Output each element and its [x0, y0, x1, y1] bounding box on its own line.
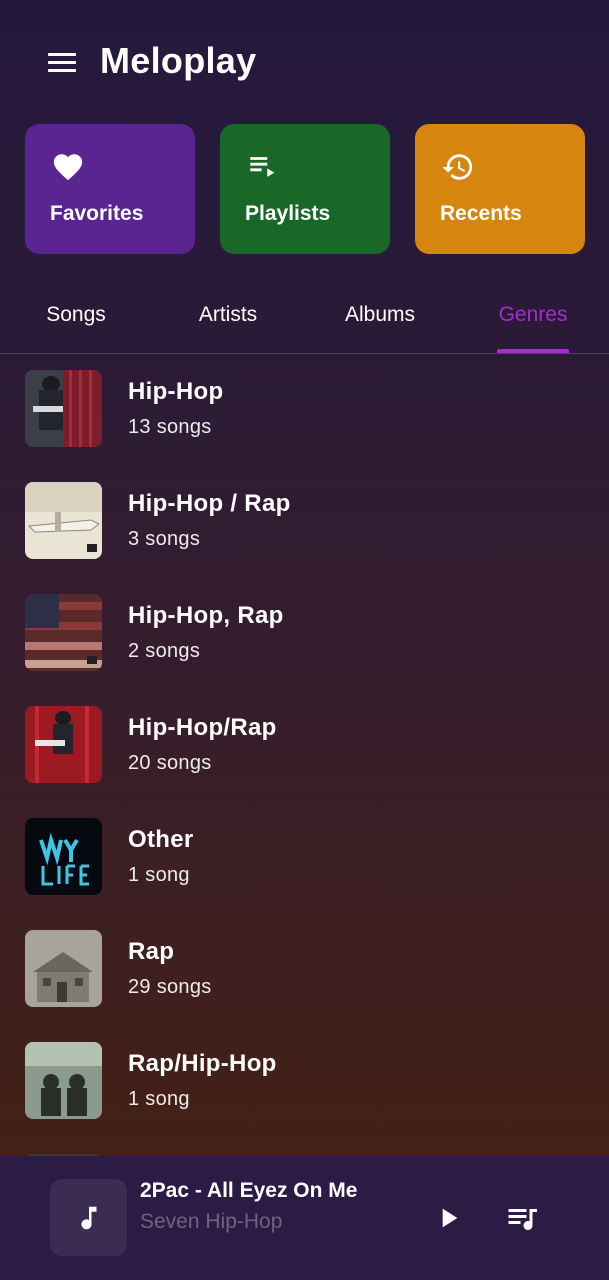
genre-name: Hip-Hop / Rap [128, 490, 291, 517]
now-playing-artist: Seven Hip-Hop [140, 1210, 283, 1233]
genre-name: Other [128, 826, 194, 853]
app-title: Meloplay [100, 40, 257, 81]
recents-label: Recents [440, 202, 522, 225]
genre-name: Hip-Hop [128, 378, 224, 405]
album-art [25, 370, 102, 447]
heart-icon [51, 150, 85, 184]
history-icon [441, 150, 475, 184]
song-count: 2 songs [128, 640, 201, 662]
tab-artists[interactable]: Artists [152, 290, 304, 352]
song-count: 1 song [128, 864, 190, 886]
genre-name: Rap [128, 938, 175, 965]
tab-albums[interactable]: Albums [304, 290, 456, 352]
tab-bar: Songs Artists Albums Genres [0, 290, 609, 354]
play-icon[interactable] [432, 1202, 464, 1234]
song-count: 1 song [128, 1088, 190, 1110]
song-count: 20 songs [128, 752, 212, 774]
favorites-label: Favorites [50, 202, 144, 225]
song-count: 3 songs [128, 528, 201, 550]
quick-cards: Favorites Playlists Recents [25, 124, 585, 254]
album-art [25, 594, 102, 671]
album-art [25, 930, 102, 1007]
tab-indicator [497, 349, 569, 353]
list-item[interactable]: Hip-Hop, Rap 2 songs [0, 580, 609, 692]
list-item[interactable]: Hip-Hop / Rap 3 songs [0, 468, 609, 580]
playlist-play-icon [246, 150, 280, 184]
list-item[interactable]: Rap 29 songs [0, 916, 609, 1028]
favorites-card[interactable]: Favorites [25, 124, 195, 254]
genre-name: Hip-Hop/Rap [128, 714, 277, 741]
album-art [25, 706, 102, 783]
album-art [25, 482, 102, 559]
song-count: 13 songs [128, 416, 212, 438]
now-playing-title: 2Pac - All Eyez On Me [140, 1179, 358, 1202]
recents-card[interactable]: Recents [415, 124, 585, 254]
music-note-icon [50, 1179, 127, 1256]
playlists-card[interactable]: Playlists [220, 124, 390, 254]
list-item[interactable]: Other 1 song [0, 804, 609, 916]
app-bar: Meloplay [0, 0, 609, 120]
now-playing-bar[interactable]: 2Pac - All Eyez On Me Seven Hip-Hop [0, 1156, 609, 1280]
queue-music-icon[interactable] [503, 1200, 543, 1236]
genre-list: Hip-Hop 13 songs Hip-Hop / Rap 3 songs H… [0, 356, 609, 1156]
tab-songs[interactable]: Songs [0, 290, 152, 352]
album-art [25, 818, 102, 895]
genre-name: Rap/Hip-Hop [128, 1050, 277, 1077]
genre-name: Hip-Hop, Rap [128, 602, 284, 629]
list-item[interactable]: Hip-Hop/Rap 20 songs [0, 692, 609, 804]
list-item[interactable]: Rap/Hip-Hop 1 song [0, 1028, 609, 1140]
list-item[interactable] [0, 1140, 609, 1156]
playlists-label: Playlists [245, 202, 331, 225]
tab-genres[interactable]: Genres [457, 290, 609, 352]
song-count: 29 songs [128, 976, 212, 998]
list-item[interactable]: Hip-Hop 13 songs [0, 356, 609, 468]
menu-icon[interactable] [44, 46, 80, 78]
album-art [25, 1042, 102, 1119]
